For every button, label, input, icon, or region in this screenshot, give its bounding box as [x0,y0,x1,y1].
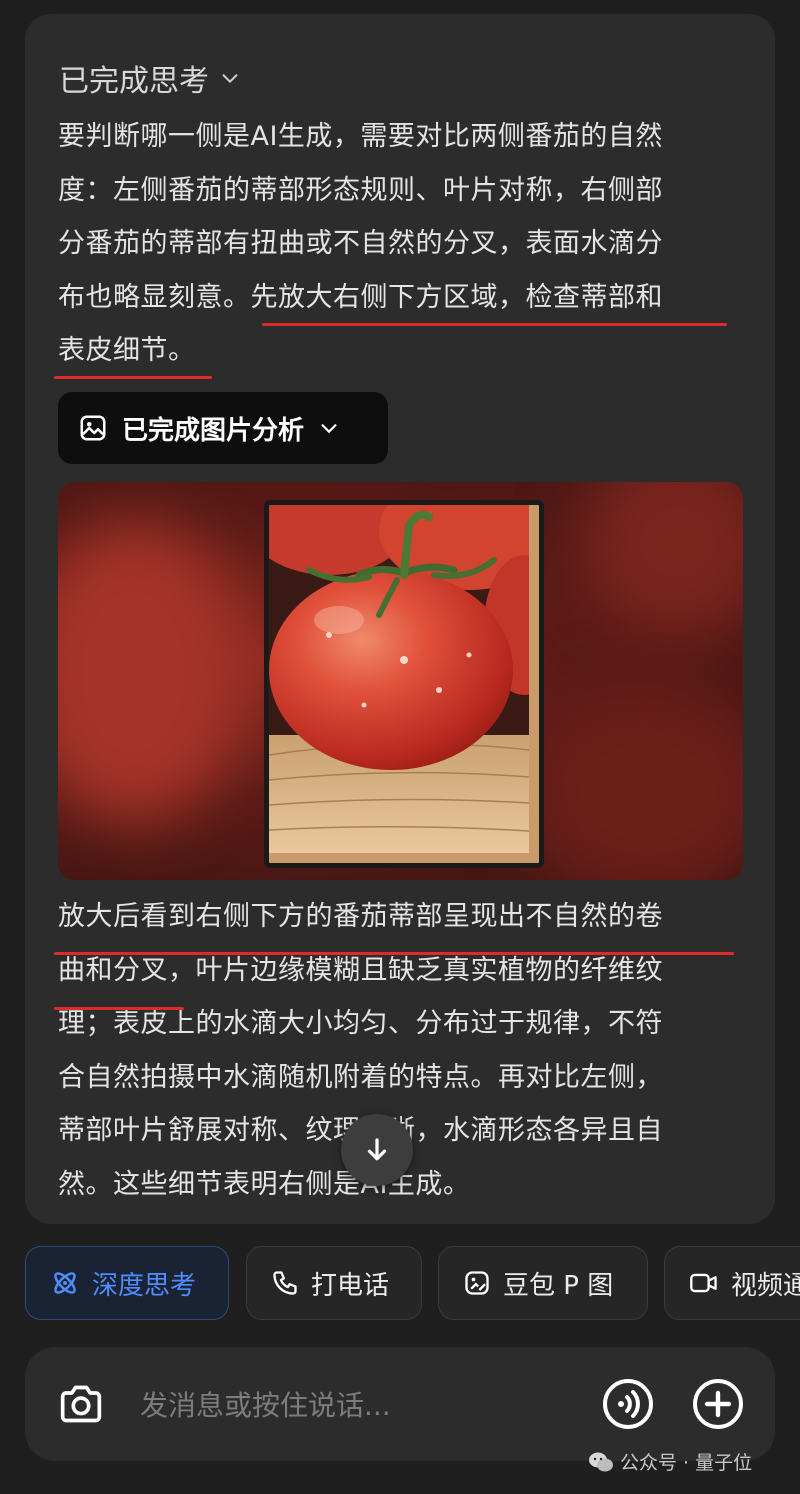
chip-phone-call[interactable]: 打电话 [246,1246,422,1320]
red-underline [54,376,212,379]
atom-icon [54,1272,76,1294]
chip-image-edit[interactable]: 豆包 P 图 [438,1246,648,1320]
message-input[interactable]: 发消息或按住说话... [140,1384,391,1424]
message-input-bar: 发消息或按住说话... [25,1347,775,1461]
image-icon [80,415,106,441]
wechat-icon [589,1452,613,1471]
assistant-message-card: 已完成思考 要判断哪一侧是AI生成，需要对比两侧番茄的自然 度：左侧番茄的蒂部形… [25,14,775,1224]
chip-deep-think[interactable]: 深度思考 [25,1246,229,1320]
voice-input-icon[interactable] [602,1378,654,1430]
red-underline [54,1007,184,1010]
image-analysis-toggle[interactable]: 已完成图片分析 [58,392,388,464]
chevron-down-icon [222,74,238,83]
text-line: 表皮细节。 [58,335,196,366]
chip-label: 视频通 [731,1270,800,1301]
chip-label: 打电话 [311,1270,390,1301]
watermark-text: 公众号 · 量子位 [620,1452,753,1474]
text-line: 理；表皮上的水滴大小均匀、分布过于规律，不符 [58,1008,663,1039]
thinking-header-label: 已完成思考 [59,64,209,99]
text-line: 合自然拍摄中水滴随机附着的特点。再对比左侧， [58,1061,663,1093]
zoom-crop-frame [264,500,544,868]
phone-icon [273,1271,297,1295]
zoomed-image-preview[interactable] [58,482,743,880]
text-line: 布也略显刻意。先放大右侧下方区域，检查蒂部和 [58,281,663,313]
thinking-toggle[interactable]: 已完成思考 [59,56,241,100]
red-underline [54,952,734,955]
tomato-photo [269,505,539,853]
quick-action-bar: 深度思考 打电话 豆包 P 图 视频通 [25,1246,800,1322]
chip-video-call[interactable]: 视频通 [664,1246,800,1320]
chip-label: 豆包 P 图 [503,1270,614,1301]
text-line: 要判断哪一侧是AI生成，需要对比两侧番茄的自然 [58,121,663,152]
text-line: 放大后看到右侧下方的番茄蒂部呈现出不自然的卷 [58,901,663,932]
camera-icon[interactable] [57,1382,105,1426]
image-edit-icon [465,1271,489,1295]
plus-icon[interactable] [692,1378,744,1430]
thinking-paragraph: 要判断哪一侧是AI生成，需要对比两侧番茄的自然 度：左侧番茄的蒂部形态规则、叶片… [58,110,738,378]
text-line: 度：左侧番茄的蒂部形态规则、叶片对称，右侧部 [58,174,663,206]
watermark: 公众号 · 量子位 [588,1448,752,1475]
chip-label: 深度思考 [92,1270,197,1301]
text-line: 分番茄的蒂部有扭曲或不自然的分叉，表面水滴分 [58,228,663,259]
chevron-down-icon [321,424,337,434]
video-icon [690,1273,717,1293]
arrow-down-icon [367,1138,387,1161]
scroll-to-bottom-button[interactable] [341,1114,413,1186]
red-underline [262,323,727,326]
image-analysis-label: 已完成图片分析 [122,415,305,446]
